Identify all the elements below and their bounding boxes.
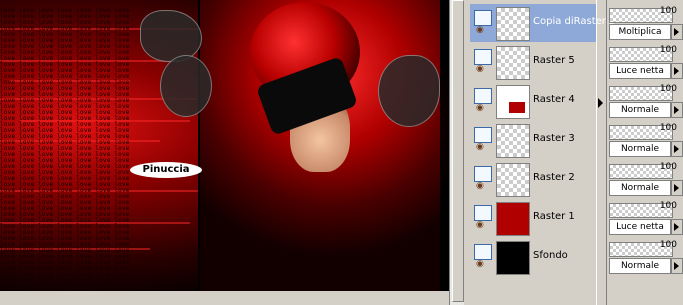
layer-thumbnail bbox=[496, 46, 530, 80]
opacity-value: 100 bbox=[659, 240, 677, 250]
visibility-eye-icon[interactable]: ◉ bbox=[476, 65, 490, 74]
opacity-value: 100 bbox=[659, 6, 677, 16]
scrollbar-thumb[interactable] bbox=[452, 0, 464, 302]
raster-layer-icon[interactable] bbox=[474, 49, 492, 65]
blend-mode-select[interactable]: Normale bbox=[609, 180, 671, 196]
layer-name: Raster 3 bbox=[533, 133, 575, 144]
opacity-value: 100 bbox=[659, 201, 677, 211]
layer-name: Copia diRaster 5 bbox=[533, 16, 616, 27]
layer-name: Raster 2 bbox=[533, 172, 575, 183]
opacity-value: 100 bbox=[659, 45, 677, 55]
signature-badge: Pinuccia bbox=[130, 162, 202, 178]
raster-layer-icon[interactable] bbox=[474, 10, 492, 26]
blend-mode-select[interactable]: Moltiplica bbox=[609, 24, 671, 40]
layer-properties: 100 Luce netta bbox=[607, 199, 683, 237]
raster-layer-icon[interactable] bbox=[474, 166, 492, 182]
blend-mode-arrow-icon[interactable] bbox=[671, 180, 683, 196]
love-text-line: love love love love love love love bbox=[0, 277, 130, 284]
layer-thumbnail bbox=[496, 7, 530, 41]
layer-row[interactable]: ◉ Sfondo bbox=[470, 238, 596, 276]
layer-row[interactable]: ◉ Copia diRaster 5 bbox=[470, 4, 615, 42]
visibility-eye-icon[interactable]: ◉ bbox=[476, 143, 490, 152]
layer-name: Raster 4 bbox=[533, 94, 575, 105]
butterfly-right bbox=[378, 55, 440, 127]
opacity-value: 100 bbox=[659, 123, 677, 133]
layer-properties: 100 Normale bbox=[607, 82, 683, 120]
blend-mode-select[interactable]: Normale bbox=[609, 258, 671, 274]
blend-mode-arrow-icon[interactable] bbox=[671, 102, 683, 118]
layer-properties: 100 Normale bbox=[607, 121, 683, 159]
layer-properties: 100 Normale bbox=[607, 238, 683, 276]
visibility-eye-icon[interactable]: ◉ bbox=[476, 26, 490, 35]
layer-thumbnail bbox=[496, 163, 530, 197]
blend-mode-arrow-icon[interactable] bbox=[671, 141, 683, 157]
raster-layer-icon[interactable] bbox=[474, 127, 492, 143]
layer-thumbnail bbox=[496, 241, 530, 275]
layer-properties: 100 Moltiplica bbox=[607, 4, 683, 42]
raster-layer-icon[interactable] bbox=[474, 244, 492, 260]
blend-mode-arrow-icon[interactable] bbox=[671, 219, 683, 235]
visibility-eye-icon[interactable]: ◉ bbox=[476, 182, 490, 191]
raster-layer-icon[interactable] bbox=[474, 205, 492, 221]
blend-mode-arrow-icon[interactable] bbox=[671, 24, 683, 40]
canvas-vertical-scrollbar[interactable] bbox=[449, 0, 465, 305]
visibility-eye-icon[interactable]: ◉ bbox=[476, 260, 490, 269]
layer-thumbnail bbox=[496, 124, 530, 158]
layer-properties: 100 Luce netta bbox=[607, 43, 683, 81]
blend-mode-select[interactable]: Normale bbox=[609, 141, 671, 157]
layer-thumbnail bbox=[496, 202, 530, 236]
canvas-bottom-border bbox=[0, 291, 449, 305]
blend-mode-select[interactable]: Luce netta bbox=[609, 219, 671, 235]
layer-name: Raster 1 bbox=[533, 211, 575, 222]
opacity-value: 100 bbox=[659, 84, 677, 94]
raster-layer-icon[interactable] bbox=[474, 88, 492, 104]
layer-row[interactable]: ◉ Raster 2 bbox=[470, 160, 596, 198]
panel-divider[interactable] bbox=[596, 0, 607, 305]
image-canvas[interactable]: love love love love love love love love l… bbox=[0, 0, 449, 300]
layer-properties: 100 Normale bbox=[607, 160, 683, 198]
blend-mode-select[interactable]: Normale bbox=[609, 102, 671, 118]
opacity-value: 100 bbox=[659, 162, 677, 172]
layer-row[interactable]: ◉ Raster 5 bbox=[470, 43, 596, 81]
visibility-eye-icon[interactable]: ◉ bbox=[476, 104, 490, 113]
layer-row[interactable]: ◉ Raster 1 bbox=[470, 199, 596, 237]
layer-row[interactable]: ◉ Raster 3 bbox=[470, 121, 596, 159]
layer-thumbnail bbox=[496, 85, 530, 119]
blend-mode-select[interactable]: Luce netta bbox=[609, 63, 671, 79]
divider-arrow-icon[interactable] bbox=[598, 90, 603, 120]
layer-name: Sfondo bbox=[533, 250, 568, 261]
blend-mode-arrow-icon[interactable] bbox=[671, 63, 683, 79]
blend-mode-arrow-icon[interactable] bbox=[671, 258, 683, 274]
visibility-eye-icon[interactable]: ◉ bbox=[476, 221, 490, 230]
butterfly-mid bbox=[160, 55, 212, 117]
layer-row[interactable]: ◉ Raster 4 bbox=[470, 82, 596, 120]
layer-name: Raster 5 bbox=[533, 55, 575, 66]
